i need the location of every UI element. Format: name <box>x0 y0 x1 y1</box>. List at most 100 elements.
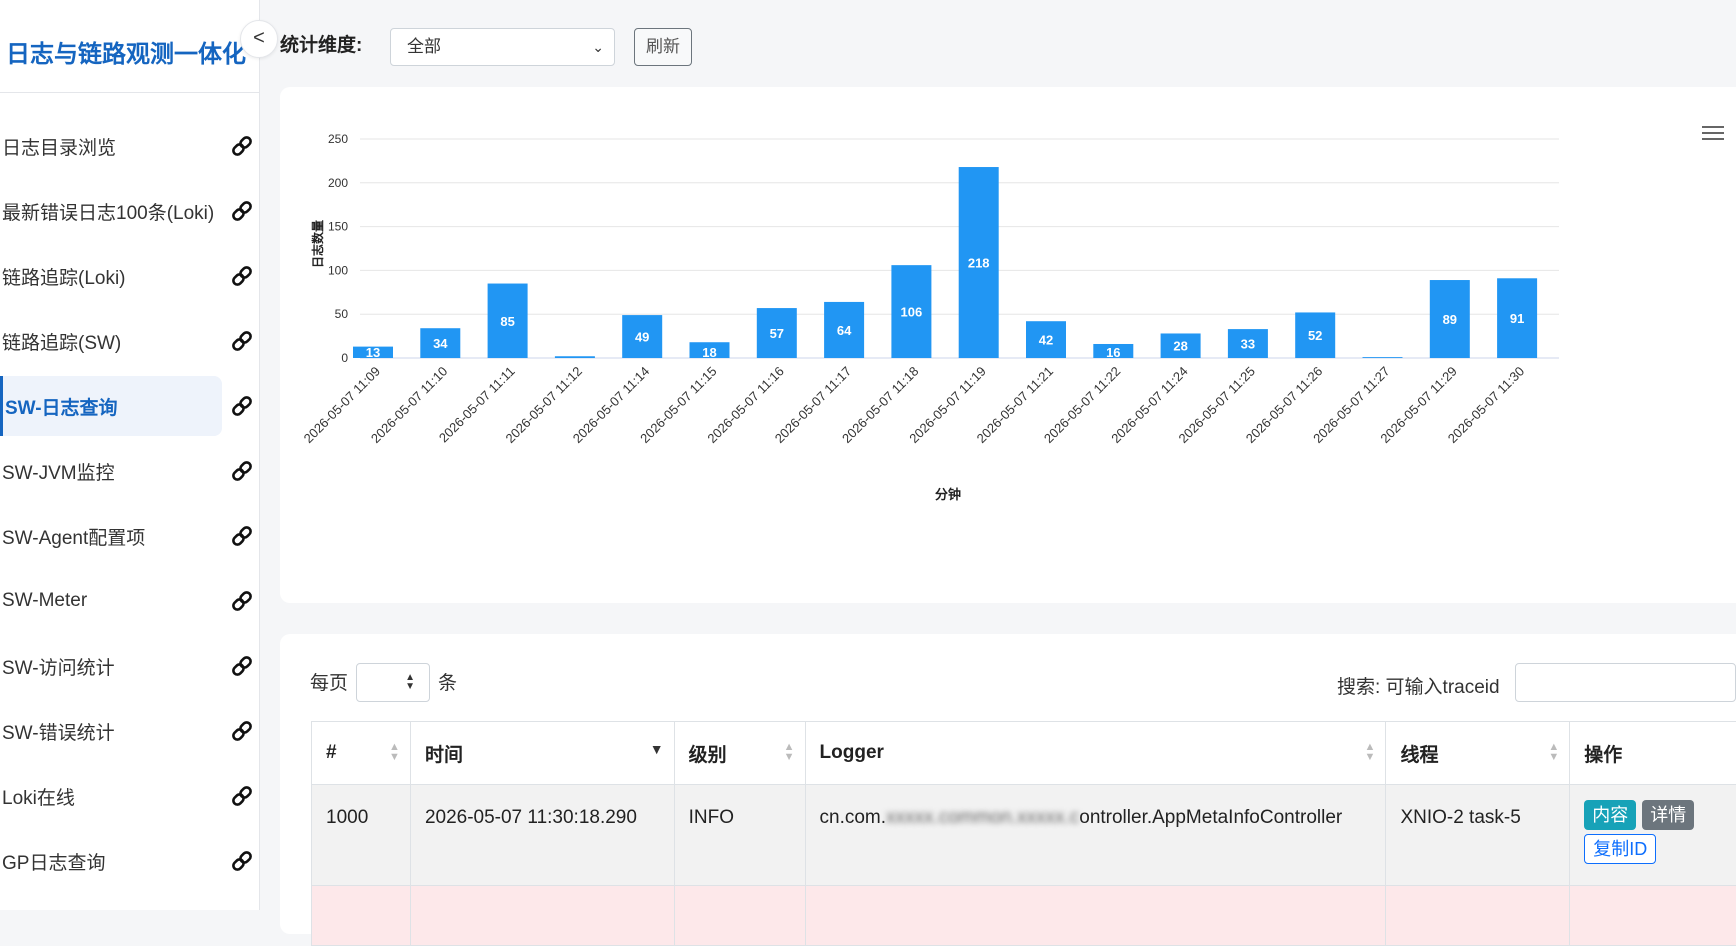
chart-bar <box>555 356 595 358</box>
cell-time: 2026-05-07 11:30:18.290 <box>410 785 674 886</box>
sidebar-item-label: SW-错误统计 <box>2 718 115 745</box>
sidebar-item[interactable]: SW-Agent配置项 <box>0 506 260 566</box>
log-table: # ▲▼ 时间 ▼ 级别▲▼ Logger ▲▼ 线程▲▼ 操作 1000 2026-… <box>311 721 1736 946</box>
dimension-select-value: 全部 <box>407 37 441 56</box>
logger-prefix: cn.com. <box>820 807 887 828</box>
y-tick-label: 200 <box>328 176 348 190</box>
sidebar-item[interactable]: SW-Meter <box>0 571 260 631</box>
dimension-label: 统计维度: <box>280 30 362 57</box>
sidebar: 日志与链路观测一体化 日志目录浏览最新错误日志100条(Loki) 链路追踪(Lo… <box>0 0 260 910</box>
sort-icon: ▲▼ <box>1548 742 1559 762</box>
per-page-suffix: 条 <box>438 668 457 695</box>
per-page-label: 每页 <box>310 668 348 695</box>
sidebar-item-label: SW-Agent配置项 <box>2 523 145 550</box>
sidebar-item-label: 链路追踪(SW) <box>2 328 121 355</box>
y-axis-label: 日志数量 <box>310 220 325 268</box>
sidebar-item[interactable]: Loki在线 <box>0 766 260 826</box>
table-row: 1000 2026-05-07 11:30:18.290 INFO cn.com… <box>312 785 1736 886</box>
sidebar-item-label: 链路追踪(Loki) <box>2 263 126 290</box>
bar-value-label: 18 <box>702 345 716 360</box>
app-title: 日志与链路观测一体化 <box>6 34 254 69</box>
sidebar-item-label: SW-Meter <box>2 590 87 612</box>
bar-value-label: 89 <box>1443 312 1457 327</box>
bar-value-label: 85 <box>500 314 514 329</box>
cell-logger: cn.com.xxxxx.common.xxxxx.controller.App… <box>805 785 1386 886</box>
cell-index: 1000 <box>312 785 411 886</box>
column-header-thread[interactable]: 线程▲▼ <box>1386 722 1570 785</box>
sort-icon: ▲▼ <box>784 742 795 762</box>
link-icon <box>230 654 254 678</box>
cell-thread: XNIO-2 task-5 <box>1386 785 1570 886</box>
chart-menu-icon[interactable] <box>1702 126 1724 142</box>
search-input[interactable] <box>1515 663 1736 702</box>
bar-value-label: 13 <box>366 345 380 360</box>
collapse-sidebar-button[interactable]: < <box>240 20 278 58</box>
link-icon <box>230 589 254 613</box>
link-icon <box>230 524 254 548</box>
sidebar-nav: 日志目录浏览最新错误日志100条(Loki) 链路追踪(Loki) 链路追踪(SW)… <box>0 116 260 896</box>
table-header-row: # ▲▼ 时间 ▼ 级别▲▼ Logger ▲▼ 线程▲▼ 操作 <box>312 722 1736 785</box>
cell-actions: 内容详情 复制ID <box>1570 785 1736 886</box>
sidebar-item[interactable]: 链路追踪(SW) <box>0 311 260 371</box>
bar-value-label: 34 <box>433 336 448 351</box>
search-label: 搜索: 可输入traceid <box>1337 672 1500 699</box>
link-icon <box>230 264 254 288</box>
link-icon <box>230 719 254 743</box>
copy-id-button[interactable]: 复制ID <box>1584 834 1656 864</box>
column-header-label: 时间 <box>425 745 463 766</box>
link-icon <box>230 849 254 873</box>
sidebar-item-label: 最新错误日志100条(Loki) <box>2 198 214 225</box>
column-header-logger[interactable]: Logger ▲▼ <box>805 722 1386 785</box>
sidebar-item[interactable]: 链路追踪(Loki) <box>0 246 260 306</box>
y-tick-label: 100 <box>328 263 348 277</box>
column-header-label: 操作 <box>1584 745 1622 766</box>
sidebar-item[interactable]: SW-日志查询 <box>0 376 222 436</box>
sidebar-item[interactable]: SW-JVM监控 <box>0 441 260 501</box>
link-icon <box>230 134 254 158</box>
sidebar-item[interactable]: SW-访问统计 <box>0 636 260 696</box>
column-header-label: Logger <box>820 742 884 763</box>
log-count-chart: 050100150200250日志数量分钟132026-05-07 11:093… <box>280 87 1736 603</box>
sidebar-item-label: GP日志查询 <box>2 848 105 875</box>
link-icon <box>230 199 254 223</box>
sidebar-item[interactable]: 最新错误日志100条(Loki) <box>0 181 260 241</box>
chevron-down-icon: ⌄ <box>592 29 604 65</box>
bar-value-label: 42 <box>1039 333 1053 348</box>
column-header-index[interactable]: # ▲▼ <box>312 722 411 785</box>
bar-value-label: 64 <box>837 323 852 338</box>
per-page-select[interactable]: ▲▼ <box>356 663 430 702</box>
x-axis-label: 分钟 <box>935 487 961 503</box>
refresh-button[interactable]: 刷新 <box>634 28 692 66</box>
sort-desc-icon: ▼ <box>650 744 664 754</box>
dimension-select[interactable]: 全部 ⌄ <box>390 28 615 66</box>
bar-value-label: 106 <box>901 305 923 320</box>
column-header-time[interactable]: 时间 ▼ <box>410 722 674 785</box>
bar-value-label: 218 <box>968 256 990 271</box>
bar-value-label: 57 <box>770 326 784 341</box>
column-header-level[interactable]: 级别▲▼ <box>674 722 805 785</box>
link-icon <box>230 784 254 808</box>
sidebar-item-label: Loki在线 <box>2 783 75 810</box>
y-tick-label: 50 <box>335 307 349 321</box>
sidebar-item[interactable]: SW-错误统计 <box>0 701 260 761</box>
link-icon <box>230 329 254 353</box>
sort-icon: ▲▼ <box>389 742 400 762</box>
content-button[interactable]: 内容 <box>1584 800 1636 830</box>
y-tick-label: 150 <box>328 220 348 234</box>
bar-value-label: 28 <box>1173 339 1187 354</box>
column-header-label: # <box>326 742 337 763</box>
sidebar-item[interactable]: 日志目录浏览 <box>0 116 260 176</box>
bar-value-label: 49 <box>635 330 649 345</box>
table-row-error <box>312 886 1736 946</box>
sidebar-item[interactable]: GP日志查询 <box>0 831 260 891</box>
bar-value-label: 52 <box>1308 328 1322 343</box>
logger-suffix: ontroller.AppMetaInfoController <box>1079 807 1342 828</box>
link-icon <box>230 459 254 483</box>
column-header-actions: 操作 <box>1570 722 1736 785</box>
chart-bar <box>1363 357 1403 358</box>
detail-button[interactable]: 详情 <box>1642 800 1694 830</box>
bar-value-label: 16 <box>1106 345 1120 360</box>
sort-icon: ▲▼ <box>1365 742 1376 762</box>
logger-redacted: xxxxx.common.xxxxx.c <box>886 807 1079 828</box>
sort-arrows-icon: ▲▼ <box>405 673 415 691</box>
